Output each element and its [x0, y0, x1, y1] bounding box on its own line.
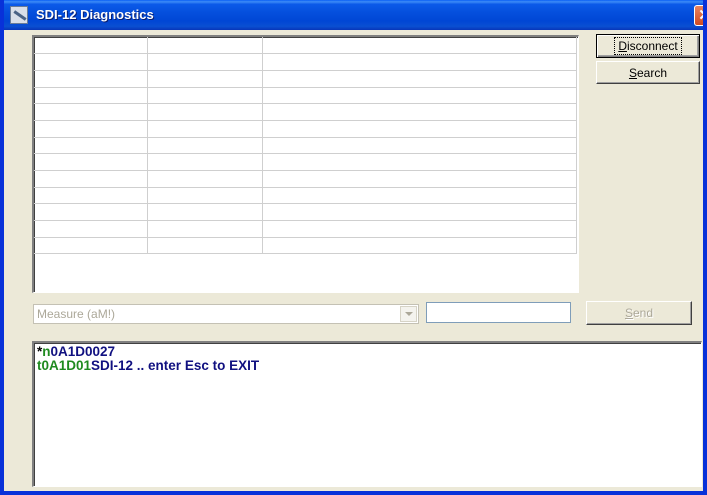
- disconnect-mnemonic: D: [618, 39, 627, 53]
- grid-cell: [262, 37, 577, 55]
- search-mnemonic: S: [628, 65, 637, 80]
- sensor-grid[interactable]: [32, 35, 579, 293]
- search-button-label: Search: [629, 66, 667, 80]
- send-button[interactable]: Send: [586, 301, 692, 325]
- sdi12-diagnostics-window: SDI-12 Diagnostics ✕ Disconnect Search M…: [0, 0, 707, 495]
- grid-cell: [262, 170, 577, 188]
- grid-cell: [262, 137, 577, 155]
- grid-row[interactable]: [34, 70, 577, 88]
- grid-cell: [147, 220, 263, 238]
- disconnect-button-label: Disconnect: [614, 37, 682, 55]
- grid-row[interactable]: [34, 120, 577, 138]
- sdi12-app-icon: [10, 6, 28, 24]
- close-icon[interactable]: ✕: [694, 5, 703, 26]
- grid-cell: [34, 70, 148, 88]
- grid-cell: [147, 237, 263, 255]
- grid-cell: [34, 37, 148, 55]
- grid-cell: [262, 70, 577, 88]
- grid-row[interactable]: [34, 203, 577, 222]
- grid-cell: [147, 87, 263, 105]
- grid-cell: [34, 153, 148, 171]
- send-mnemonic: S: [624, 306, 633, 320]
- grid-cell: [34, 237, 148, 255]
- grid-cell: [34, 87, 148, 105]
- grid-cell: [34, 220, 148, 238]
- terminal-segment: SDI-12 .. enter Esc to EXIT: [91, 358, 260, 373]
- grid-cell: [262, 237, 577, 255]
- grid-row[interactable]: [34, 187, 577, 205]
- grid-cell: [147, 153, 263, 171]
- grid-cell: [262, 153, 577, 171]
- grid-row[interactable]: [34, 137, 577, 155]
- grid-cell: [34, 120, 148, 138]
- grid-row[interactable]: [34, 87, 577, 105]
- grid-cell: [34, 53, 148, 71]
- grid-row[interactable]: [34, 103, 577, 121]
- chevron-down-icon[interactable]: [400, 306, 417, 322]
- grid-row[interactable]: [34, 170, 577, 188]
- grid-cell: [147, 170, 263, 188]
- grid-cell: [147, 70, 263, 88]
- send-button-label: Send: [625, 306, 653, 320]
- grid-row[interactable]: [34, 37, 577, 55]
- grid-cell: [147, 187, 263, 205]
- grid-cell: [147, 37, 263, 55]
- terminal-segment: 0A1D0027: [50, 344, 116, 359]
- grid-row[interactable]: [34, 153, 577, 171]
- search-label-rest: earch: [636, 65, 668, 80]
- grid-cell: [262, 103, 577, 121]
- terminal-output[interactable]: *n0A1D0027 t0A1D01SDI-12 .. enter Esc to …: [32, 341, 702, 487]
- parameter-input[interactable]: [426, 302, 571, 323]
- grid-row[interactable]: [34, 53, 577, 71]
- disconnect-button[interactable]: Disconnect: [596, 34, 700, 58]
- send-label-rest: end: [632, 306, 654, 320]
- grid-cell: [34, 137, 148, 155]
- command-select-value: Measure (aM!): [37, 307, 116, 321]
- grid-cell: [147, 103, 263, 121]
- terminal-line: *n0A1D0027: [37, 345, 701, 359]
- sensor-grid-table: [34, 37, 577, 255]
- grid-cell: [147, 53, 263, 71]
- search-button[interactable]: Search: [596, 61, 700, 84]
- grid-cell: [34, 203, 148, 222]
- grid-cell: [147, 203, 263, 222]
- grid-cell: [34, 170, 148, 188]
- grid-cell: [262, 220, 577, 238]
- disconnect-label-rest: isconnect: [626, 39, 678, 53]
- grid-cell: [262, 120, 577, 138]
- grid-cell: [147, 137, 263, 155]
- grid-cell: [34, 187, 148, 205]
- terminal-segment: n: [42, 344, 51, 359]
- grid-cell: [34, 103, 148, 121]
- window-title: SDI-12 Diagnostics: [36, 7, 154, 22]
- grid-cell: [262, 187, 577, 205]
- grid-cell: [262, 53, 577, 71]
- command-select[interactable]: Measure (aM!): [33, 304, 419, 324]
- terminal-segment: t0A1D01: [37, 358, 92, 373]
- grid-row[interactable]: [34, 237, 577, 255]
- grid-cell: [262, 87, 577, 105]
- title-bar[interactable]: SDI-12 Diagnostics ✕: [4, 0, 703, 30]
- terminal-line: t0A1D01SDI-12 .. enter Esc to EXIT: [37, 359, 701, 373]
- grid-row[interactable]: [34, 220, 577, 238]
- grid-cell: [262, 203, 577, 222]
- grid-cell: [147, 120, 263, 138]
